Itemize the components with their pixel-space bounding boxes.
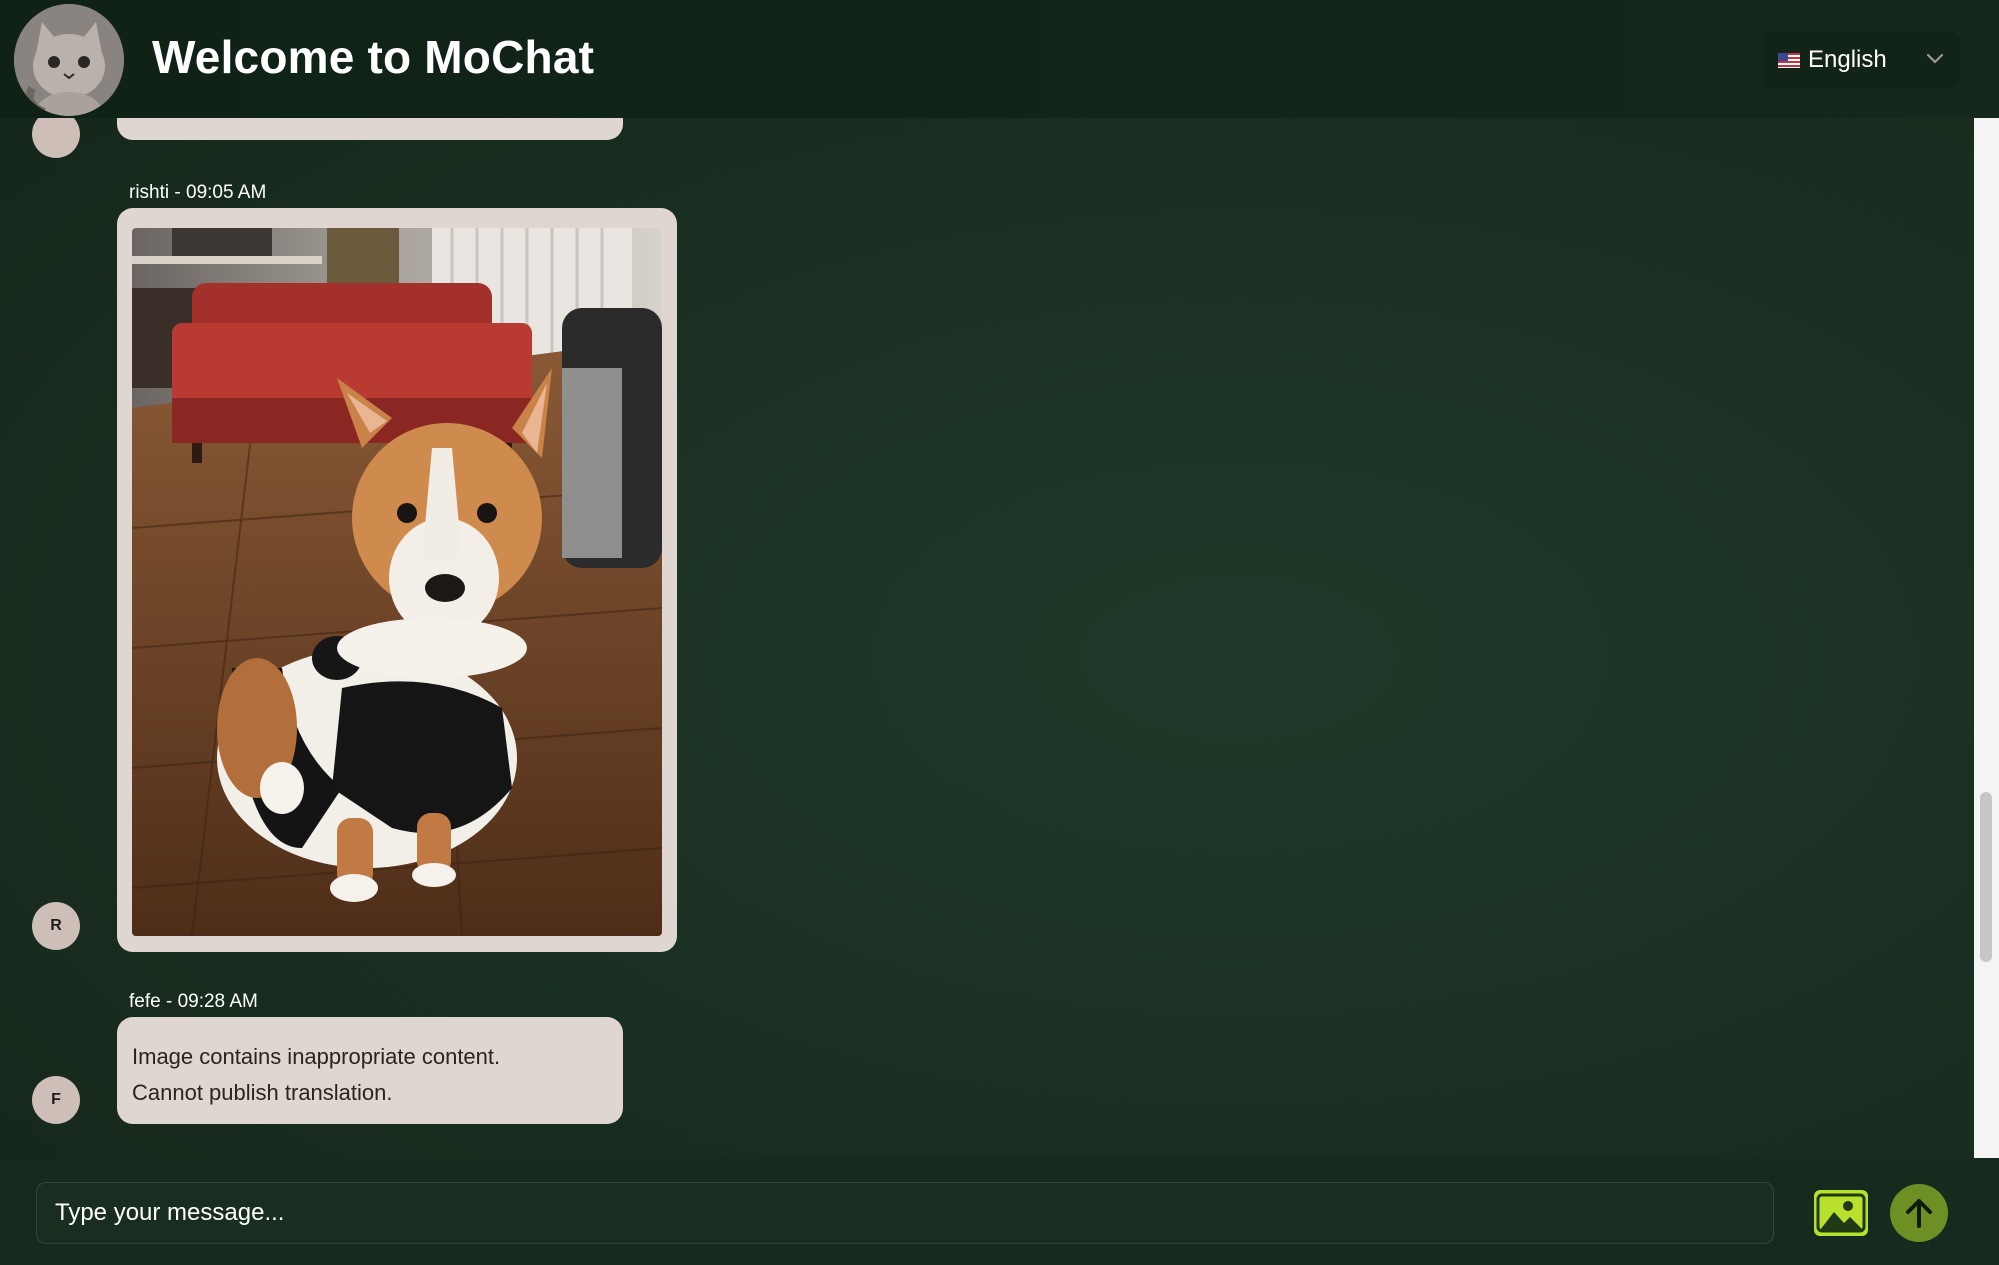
language-label: English [1808,46,1887,73]
language-select[interactable]: English [1764,32,1960,88]
us-flag-icon [1778,52,1800,68]
message-meta: rishti - 09:05 AM [129,182,267,203]
message-list[interactable]: rishti - 09:05 AM R fefe - 09:28 AM Imag… [0,118,1974,1158]
arrow-up-icon [1906,1199,1932,1228]
upload-image-button[interactable] [1814,1190,1868,1236]
page-title: Welcome to MoChat [152,31,595,83]
chevron-down-icon [1924,48,1946,75]
send-button[interactable] [1890,1184,1948,1242]
mochat-app: Welcome to MoChat English rishti - 09:05… [0,0,1999,1265]
message-meta: fefe - 09:28 AM [129,991,258,1012]
avatar: F [32,1076,80,1124]
mochat-logo [14,4,124,116]
message-bubble [117,118,623,140]
text-message-bubble: Image contains inappropriate content. Ca… [117,1017,623,1124]
avatar [32,118,80,158]
message-text-line: Cannot publish translation. [132,1080,393,1105]
corgi-photo[interactable] [132,228,662,936]
avatar: R [32,902,80,950]
header: Welcome to MoChat English [0,0,1999,118]
message-text-line: Image contains inappropriate content. [132,1044,501,1069]
composer [0,1158,1999,1265]
scrollbar[interactable] [1974,118,1999,1158]
cat-logo-icon [14,4,124,116]
image-message-bubble [117,208,677,952]
message-input[interactable] [36,1182,1774,1244]
image-icon [1816,1193,1866,1233]
scrollbar-thumb[interactable] [1980,792,1992,962]
